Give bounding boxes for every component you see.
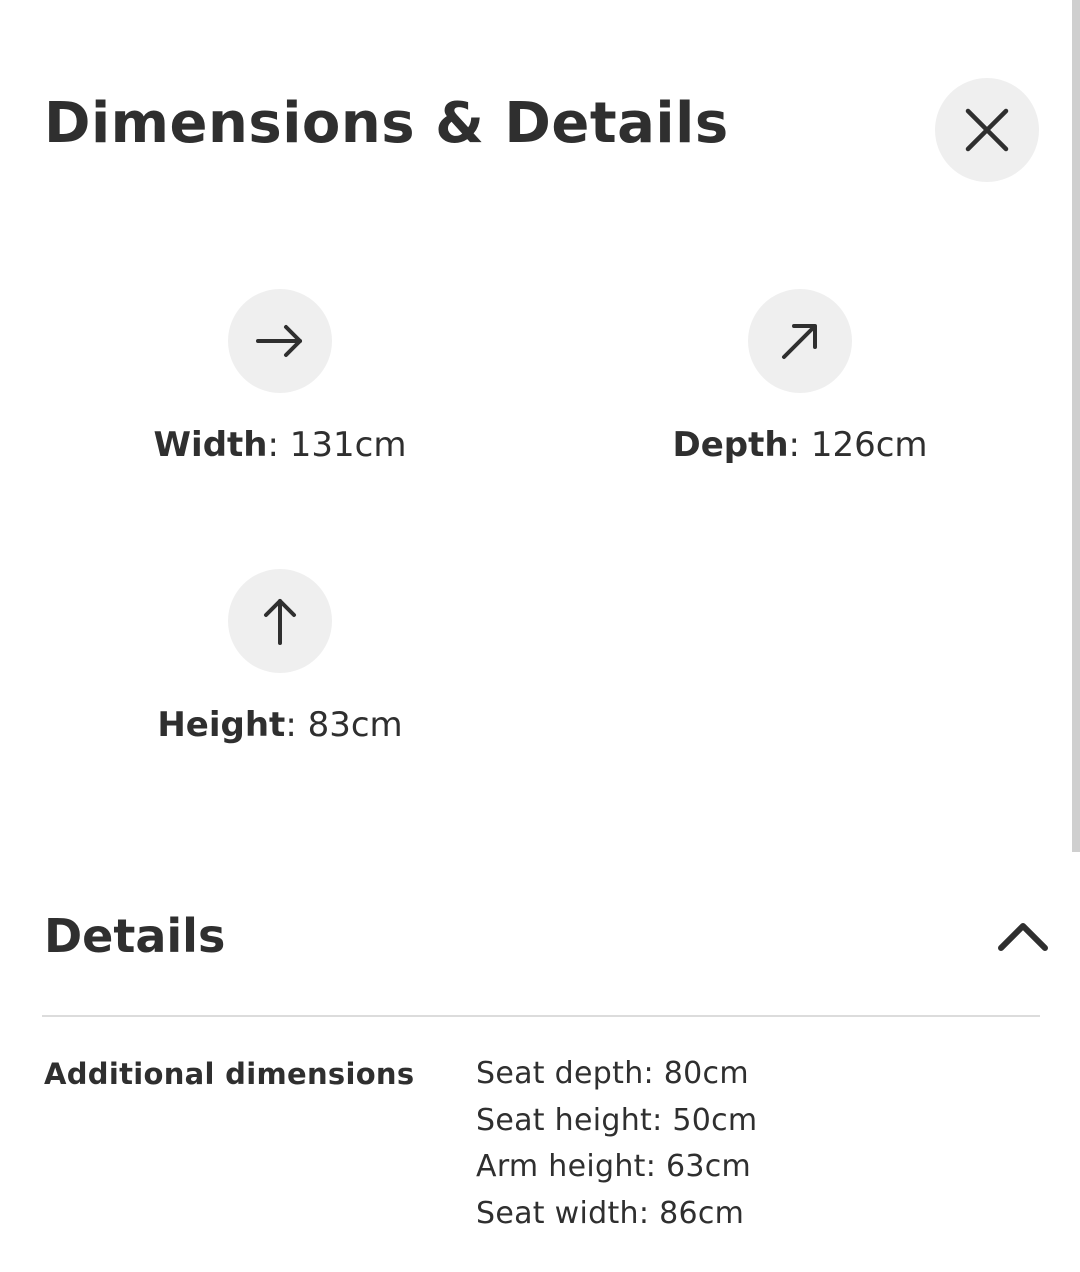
scrollbar[interactable] xyxy=(1072,0,1080,852)
dimension-depth-value: 126cm xyxy=(810,425,928,465)
list-item: Arm height: 63cm xyxy=(476,1149,752,1184)
dimension-depth-label: Depth xyxy=(672,425,789,465)
dimension-height-label: Height xyxy=(157,705,286,745)
page-title: Dimensions & Details xyxy=(44,91,729,156)
dimension-depth-text: Depth: 126cm xyxy=(672,425,927,465)
details-divider xyxy=(42,1015,1040,1017)
arrow-up-right-icon xyxy=(782,324,817,359)
additional-dimensions-list: Seat depth: 80cm Seat height: 50cm Arm h… xyxy=(476,1054,757,1240)
close-icon xyxy=(965,108,1009,152)
list-item: Seat depth: 80cm xyxy=(476,1056,749,1091)
arrow-right-icon-wrap xyxy=(228,289,332,393)
dimension-height-separator: : xyxy=(285,705,308,745)
chevron-up-icon[interactable] xyxy=(998,921,1048,951)
additional-dimensions-label: Additional dimensions xyxy=(44,1057,415,1091)
dimension-width-separator: : xyxy=(267,425,290,465)
close-button[interactable] xyxy=(935,78,1039,182)
arrow-up-right-icon-wrap xyxy=(748,289,852,393)
arrow-up-icon xyxy=(264,599,296,645)
dimension-width-value: 131cm xyxy=(289,425,407,465)
dimension-height-text: Height: 83cm xyxy=(157,705,402,745)
details-accordion-header[interactable]: Details xyxy=(44,904,1048,968)
list-item: Seat height: 50cm xyxy=(476,1102,758,1138)
dimension-depth: Depth: 126cm xyxy=(620,289,980,465)
arrow-up-icon-wrap xyxy=(228,569,332,673)
dimension-depth-separator: : xyxy=(788,425,811,465)
dimensions-details-panel: Dimensions & Details Width: 131cm Depth:… xyxy=(0,0,1072,1272)
list-item: Seat width: 86cm xyxy=(476,1195,745,1231)
dimension-width: Width: 131cm xyxy=(100,289,460,465)
details-title: Details xyxy=(44,909,226,963)
dimension-height: Height: 83cm xyxy=(100,569,460,745)
arrow-right-icon xyxy=(256,325,302,357)
dimension-width-text: Width: 131cm xyxy=(154,425,407,465)
dimension-width-label: Width xyxy=(153,425,268,465)
dimension-height-value: 83cm xyxy=(307,705,403,745)
